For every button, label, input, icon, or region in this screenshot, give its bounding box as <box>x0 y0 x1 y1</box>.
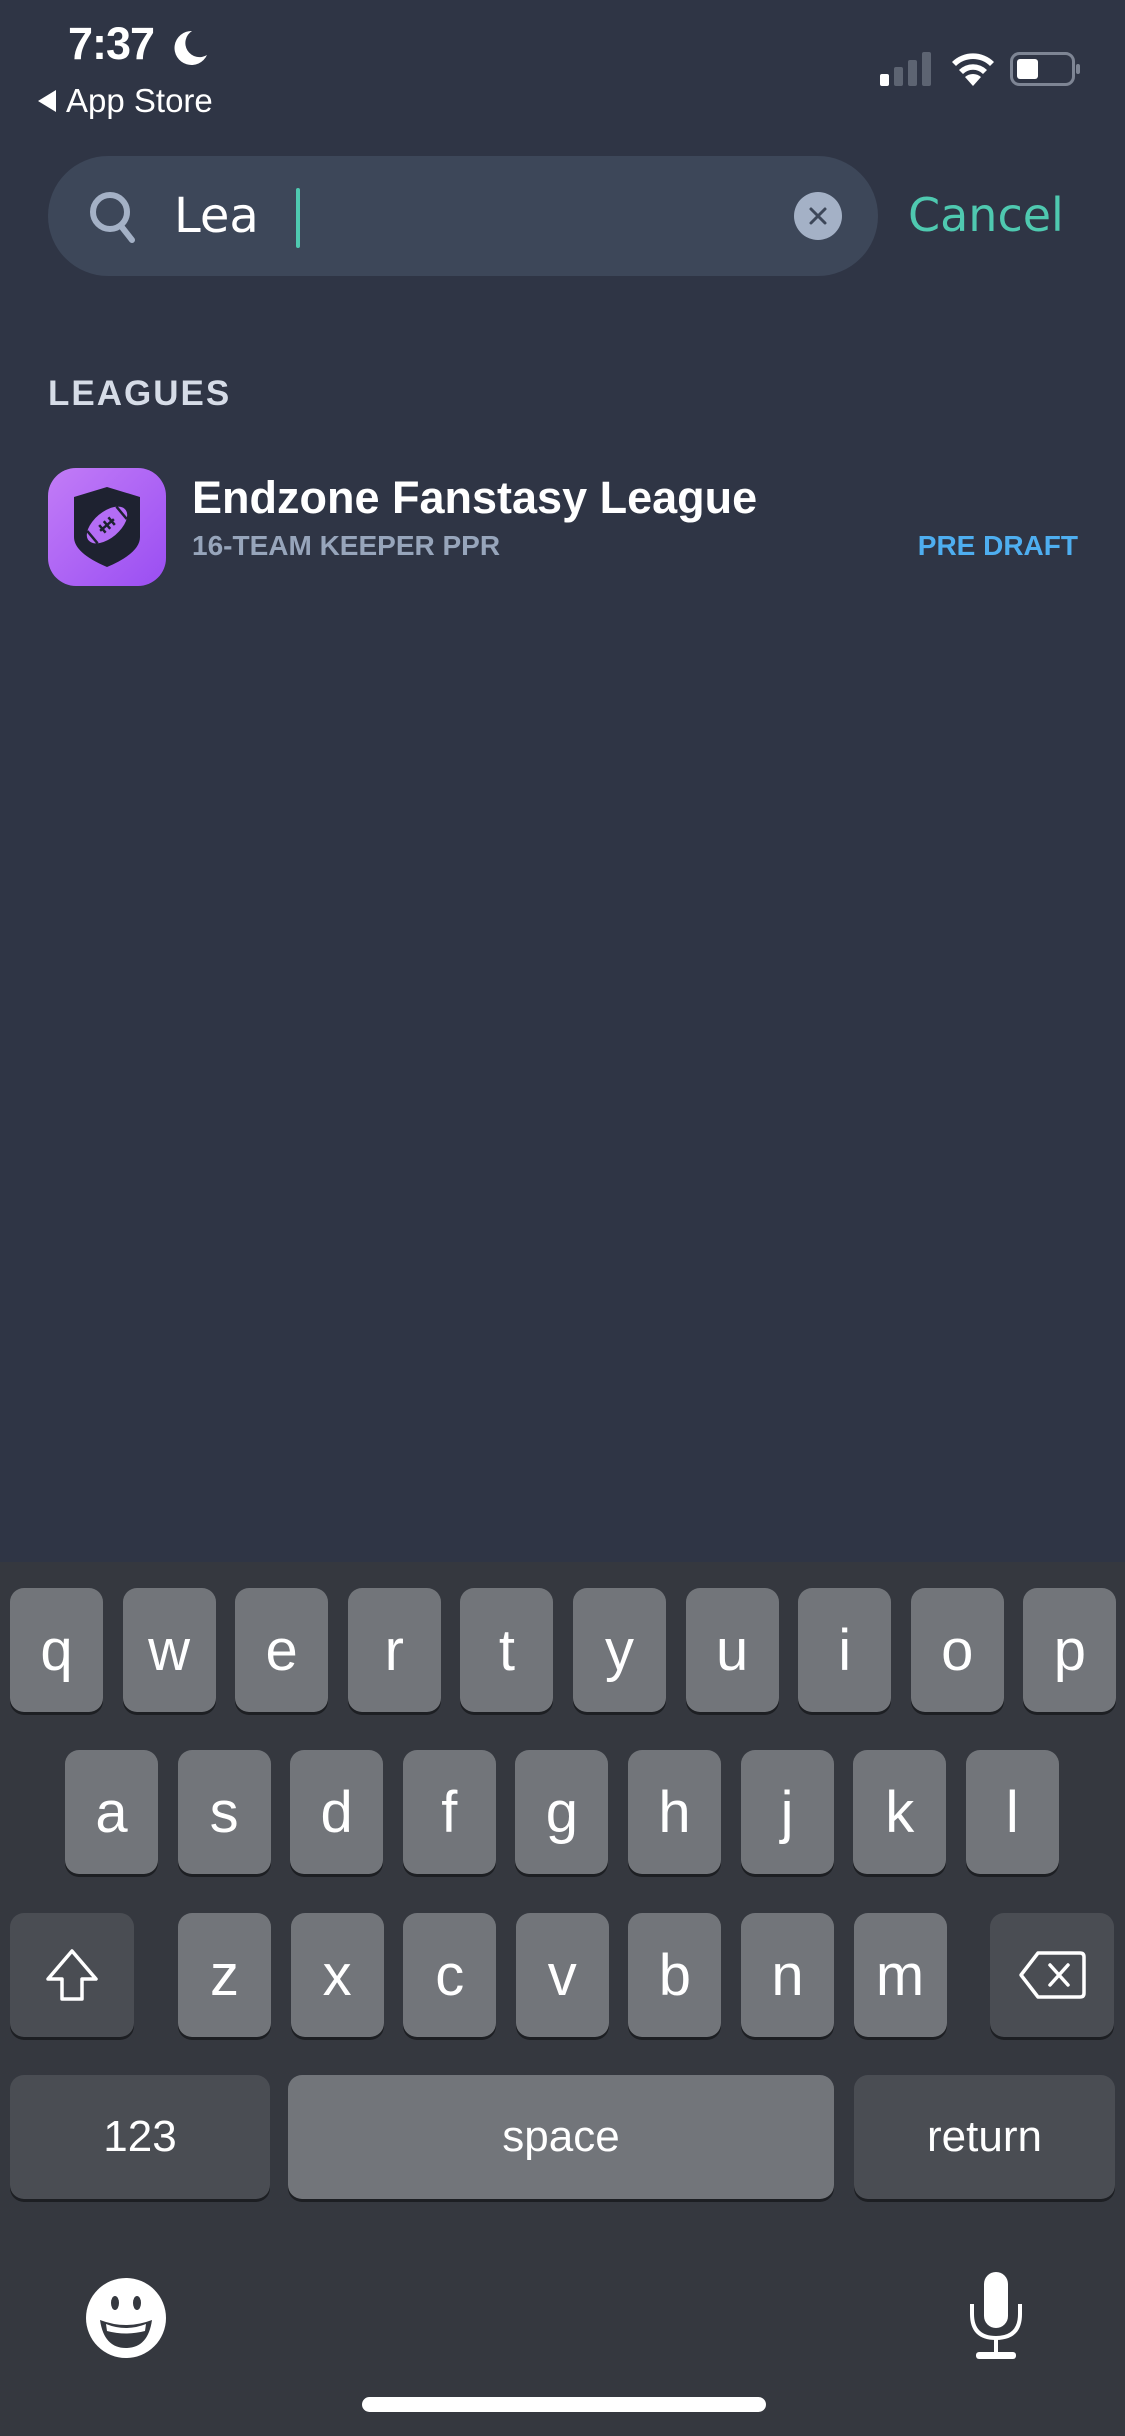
back-label: App Store <box>66 82 213 119</box>
key-v[interactable]: v <box>515 1913 609 2037</box>
key-o[interactable]: o <box>910 1588 1004 1712</box>
moon-icon <box>174 30 207 65</box>
key-e[interactable]: e <box>235 1588 329 1712</box>
key-a[interactable]: a <box>65 1750 158 1874</box>
key-s[interactable]: s <box>177 1750 271 1874</box>
text-caret <box>296 188 300 248</box>
back-arrow-icon <box>38 90 56 112</box>
list-item[interactable]: Endzone Fanstasy League 16-TEAM KEEPER P… <box>48 466 1078 588</box>
home-indicator[interactable] <box>362 2397 766 2412</box>
key-m[interactable]: m <box>853 1913 947 2037</box>
search-input[interactable] <box>174 184 774 248</box>
keyboard: qwertyuiop asdfghjkl zxcvbnm 123 space r… <box>0 1562 1125 2436</box>
wifi-icon <box>952 53 994 86</box>
battery-icon <box>1010 52 1080 86</box>
emoji-icon[interactable] <box>84 2276 168 2360</box>
key-l[interactable]: l <box>965 1750 1059 1874</box>
key-x[interactable]: x <box>290 1913 384 2037</box>
key-f[interactable]: f <box>402 1750 496 1874</box>
league-name: Endzone Fanstasy League <box>192 472 758 523</box>
key-d[interactable]: d <box>290 1750 384 1874</box>
shift-icon <box>46 1949 98 2001</box>
numbers-key[interactable]: 123 <box>10 2075 270 2199</box>
key-y[interactable]: y <box>573 1588 666 1712</box>
status-bar: 7:37 App Store <box>0 0 1125 140</box>
key-r[interactable]: r <box>347 1588 441 1712</box>
clear-search-button[interactable] <box>794 192 842 240</box>
key-w[interactable]: w <box>122 1588 216 1712</box>
cellular-signal-icon <box>880 52 931 86</box>
search-icon <box>90 192 135 243</box>
league-subtitle: 16-TEAM KEEPER PPR <box>192 530 501 561</box>
key-n[interactable]: n <box>741 1913 834 2037</box>
league-avatar <box>48 468 166 586</box>
return-key[interactable]: return <box>854 2075 1115 2199</box>
key-p[interactable]: p <box>1023 1588 1117 1712</box>
key-u[interactable]: u <box>685 1588 779 1712</box>
key-i[interactable]: i <box>798 1588 892 1712</box>
space-key[interactable]: space <box>288 2075 834 2199</box>
backspace-key[interactable] <box>990 1913 1114 2037</box>
status-time: 7:37 <box>68 18 155 69</box>
league-status-badge: PRE DRAFT <box>917 530 1078 561</box>
key-g[interactable]: g <box>515 1750 609 1874</box>
clear-icon <box>809 207 827 225</box>
key-h[interactable]: h <box>628 1750 721 1874</box>
microphone-icon[interactable] <box>964 2270 1028 2362</box>
key-z[interactable]: z <box>178 1913 271 2037</box>
football-shield-icon <box>74 487 140 567</box>
backspace-icon <box>1019 1951 1086 1999</box>
cancel-button[interactable]: Cancel <box>908 188 1064 242</box>
key-c[interactable]: c <box>403 1913 497 2037</box>
key-k[interactable]: k <box>853 1750 947 1874</box>
key-q[interactable]: q <box>10 1588 103 1712</box>
search-bar[interactable] <box>48 156 878 276</box>
key-t[interactable]: t <box>460 1588 554 1712</box>
key-b[interactable]: b <box>628 1913 722 2037</box>
section-title-leagues: LEAGUES <box>48 374 232 413</box>
back-to-app-store[interactable]: App Store <box>38 82 213 120</box>
shift-key[interactable] <box>10 1913 134 2037</box>
key-j[interactable]: j <box>740 1750 834 1874</box>
